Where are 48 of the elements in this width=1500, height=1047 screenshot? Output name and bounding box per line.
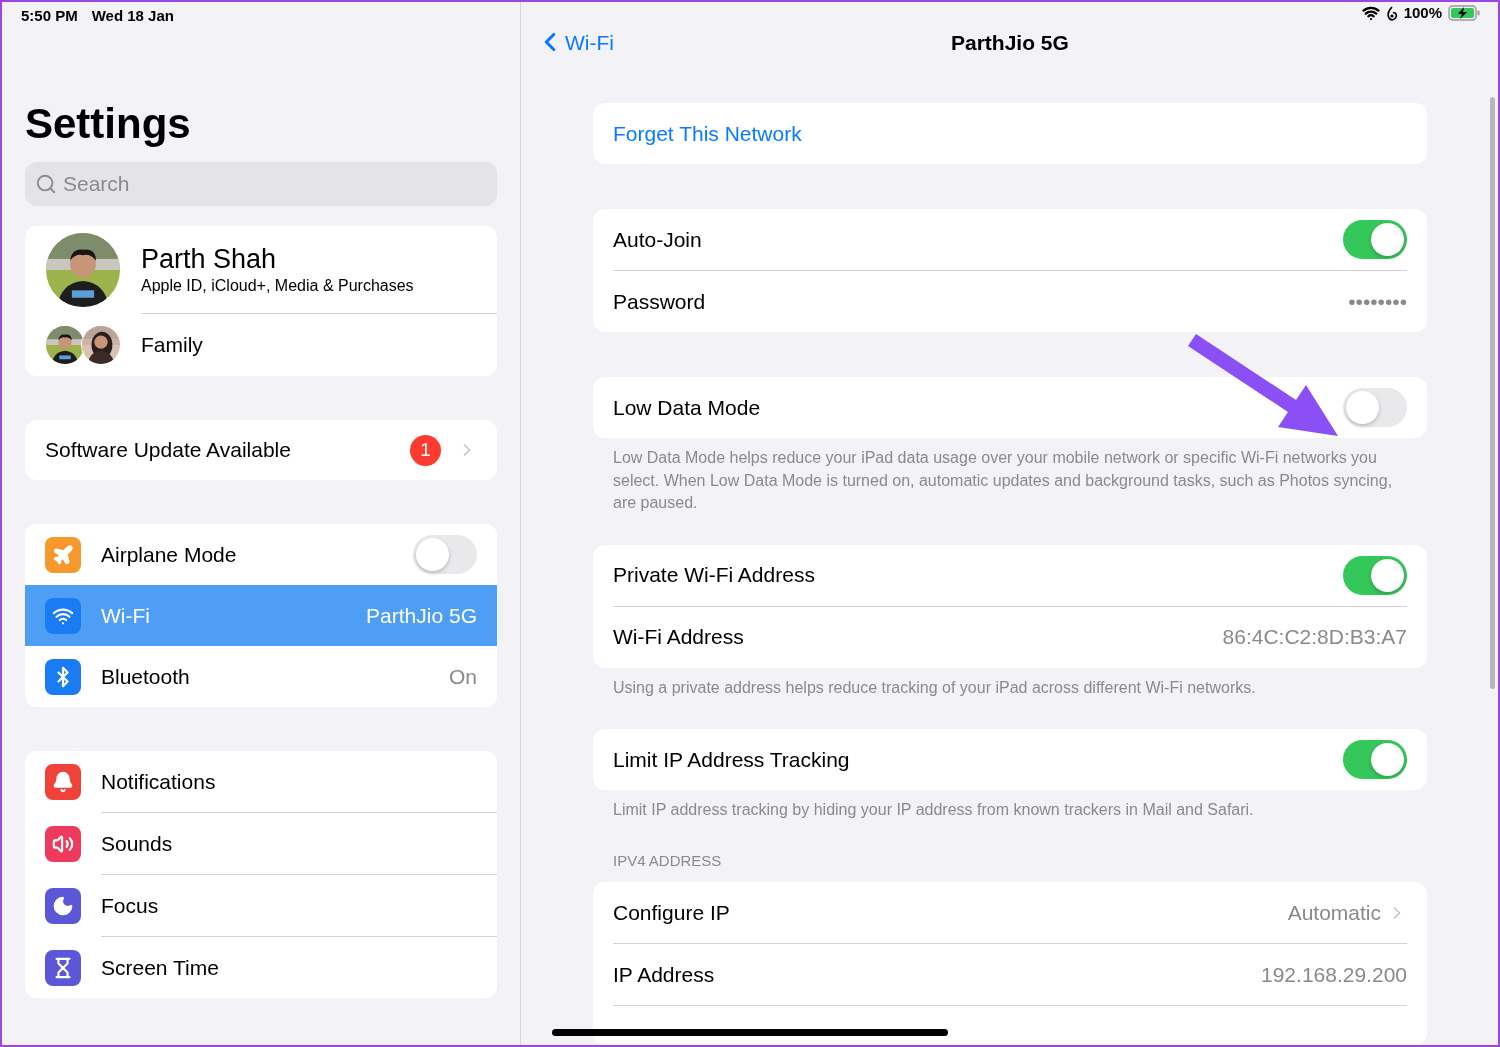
- sidebar-item-label: Sounds: [101, 830, 174, 857]
- status-time: 5:50 PM: [21, 5, 78, 26]
- toggle-switch[interactable]: [1343, 220, 1407, 259]
- profile-subtitle: Apple ID, iCloud+, Media & Purchases: [141, 275, 414, 296]
- row-value: ••••••••: [1348, 288, 1407, 315]
- sidebar-item-label: Airplane Mode: [101, 541, 238, 568]
- toggle-switch[interactable]: [413, 535, 477, 574]
- row-value: 86:4C:C2:8D:B3:A7: [1222, 624, 1407, 651]
- notification-badge: 1: [410, 434, 441, 466]
- sidebar-item-label: Bluetooth: [101, 663, 191, 690]
- wifi-signal-icon: [1361, 4, 1380, 23]
- sidebar-item-label: Screen Time: [101, 954, 220, 981]
- software-update-row[interactable]: Software Update Available 1: [25, 420, 497, 480]
- back-button[interactable]: Wi-Fi: [535, 26, 614, 58]
- status-date: Wed 18 Jan: [91, 5, 174, 26]
- toggle-switch[interactable]: [1343, 388, 1407, 427]
- sidebar-item-label: Wi-Fi: [101, 602, 151, 629]
- section-footer: Using a private address helps reduce tracking of your iPad across different Wi-Fi networks.: [593, 667, 1427, 699]
- nav-title: ParthJio 5G: [951, 29, 1069, 56]
- section-footer: Limit IP address tracking by hiding your IP address from known trackers in Mail and Safari.: [593, 790, 1427, 822]
- row-value: Automatic: [1287, 899, 1381, 926]
- row-label: Private Wi-Fi Address: [613, 562, 816, 589]
- sidebar-item-value: ParthJio 5G: [366, 602, 477, 629]
- sidebar-item-label: Focus: [101, 892, 160, 919]
- toggle-switch[interactable]: [1343, 555, 1407, 595]
- row-label: Low Data Mode: [613, 394, 762, 421]
- row-label: Limit IP Address Tracking: [613, 746, 851, 773]
- section-header: IPV4 ADDRESS: [612, 850, 723, 871]
- sidebar-item-value: On: [449, 663, 477, 690]
- toggle-switch[interactable]: [1343, 740, 1407, 779]
- family-label: Family: [141, 332, 203, 359]
- battery-percent: 100%: [1403, 3, 1442, 23]
- forget-network-link[interactable]: Forget This Network: [613, 117, 802, 150]
- battery-charging-icon: [1448, 5, 1480, 22]
- page-title: Settings: [25, 102, 192, 146]
- row-label: IP Address: [613, 961, 716, 988]
- software-update-label: Software Update Available: [45, 437, 292, 464]
- sidebar-item-label: Notifications: [101, 768, 217, 795]
- search-field[interactable]: Search: [25, 162, 497, 206]
- profile-card[interactable]: Parth Shah Apple ID, iCloud+, Media & Purchases Family: [25, 226, 497, 376]
- row-label: Wi-Fi Address: [613, 624, 745, 651]
- row-value: 192.168.29.200: [1261, 961, 1407, 988]
- row-label: Configure IP: [613, 899, 731, 926]
- row-label: Password: [613, 288, 707, 315]
- profile-name: Parth Shah: [141, 242, 278, 275]
- search-icon: [35, 173, 57, 195]
- row-label: Auto-Join: [613, 226, 703, 253]
- section-footer: Low Data Mode helps reduce your iPad data usage over your mobile network or specific Wi-Fi networks you select. When Low Data Mode is turned on, automatic updates and background tasks, such as Photos syncing, are paused.: [593, 438, 1427, 515]
